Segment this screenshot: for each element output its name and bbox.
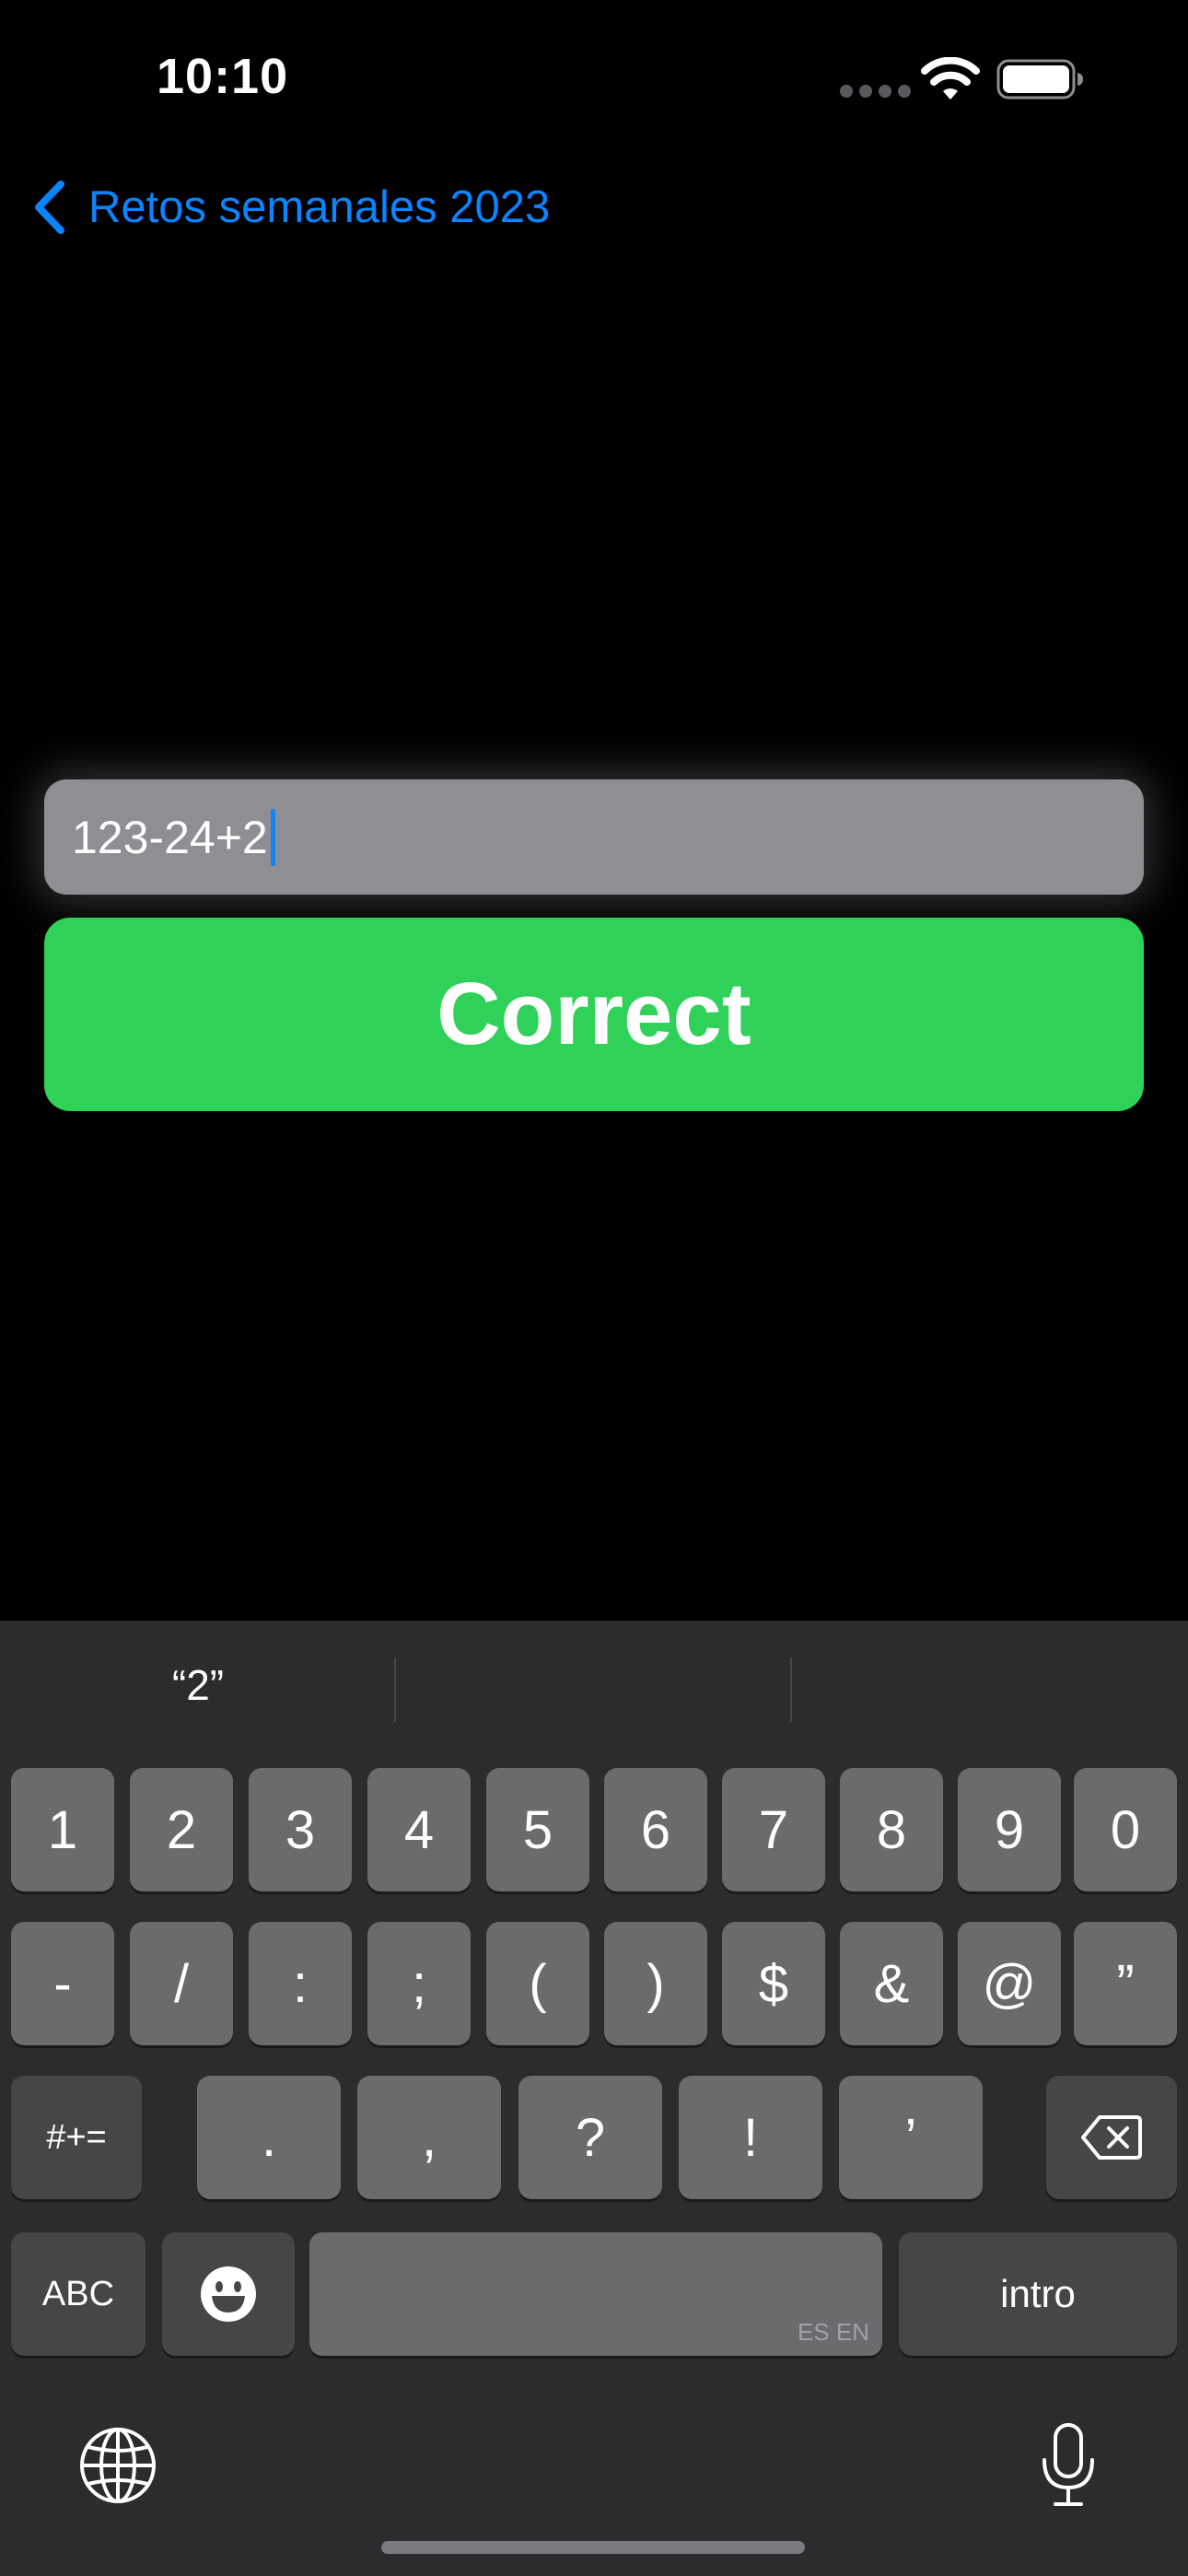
suggestion-1[interactable]: “2” [0,1621,396,1750]
back-button[interactable]: Retos semanales 2023 [31,175,550,240]
key-8[interactable]: 8 [840,1768,943,1891]
key-0[interactable]: 0 [1074,1768,1177,1891]
keyboard: “2” 1 2 3 4 5 6 7 8 9 0 - / : ; ( ) $ & … [0,1621,1188,2576]
answer-input-value: 123-24+2 [72,811,268,863]
correct-button[interactable]: Correct [44,918,1144,1111]
text-cursor [270,808,275,866]
key-3[interactable]: 3 [249,1768,352,1891]
key-comma[interactable]: , [357,2076,501,2199]
space-language-label: ES EN [797,2318,869,2346]
key-semicolon[interactable]: ; [367,1922,471,2045]
back-button-label: Retos semanales 2023 [88,182,551,232]
key-period[interactable]: . [197,2076,341,2199]
key-exclamation[interactable]: ! [679,2076,822,2199]
key-question[interactable]: ? [518,2076,662,2199]
answer-input[interactable]: 123-24+2 [44,779,1144,895]
correct-button-label: Correct [437,965,751,1063]
wifi-icon [921,57,980,100]
status-bar: 10:10 [0,0,1188,157]
globe-icon[interactable] [77,2425,158,2506]
key-abc[interactable]: ABC [11,2232,146,2356]
delete-backspace-icon [1081,2115,1142,2160]
suggestion-3[interactable] [792,1621,1188,1750]
emoji-key[interactable] [162,2232,295,2356]
chevron-left-icon [35,181,64,234]
key-quote[interactable]: ” [1074,1922,1177,2045]
cellular-signal-icon [840,85,911,98]
delete-key[interactable] [1046,2076,1177,2199]
key-7[interactable]: 7 [722,1768,825,1891]
key-at[interactable]: @ [958,1922,1061,2045]
key-more-symbols[interactable]: #+= [11,2076,142,2199]
emoji-icon [201,2266,256,2322]
key-apostrophe[interactable]: ’ [839,2076,983,2199]
key-open-paren[interactable]: ( [486,1922,589,2045]
key-4[interactable]: 4 [367,1768,471,1891]
suggestion-bar: “2” [0,1621,1188,1750]
status-time: 10:10 [157,49,289,104]
key-2[interactable]: 2 [130,1768,233,1891]
return-key[interactable]: intro [899,2232,1177,2356]
key-hyphen[interactable]: - [11,1922,114,2045]
key-slash[interactable]: / [130,1922,233,2045]
key-ampersand[interactable]: & [840,1922,943,2045]
home-indicator[interactable] [381,2541,805,2554]
key-colon[interactable]: : [249,1922,352,2045]
mic-icon[interactable] [1039,2421,1098,2510]
key-9[interactable]: 9 [958,1768,1061,1891]
key-dollar[interactable]: $ [722,1922,825,2045]
key-1[interactable]: 1 [11,1768,114,1891]
key-5[interactable]: 5 [486,1768,589,1891]
key-close-paren[interactable]: ) [604,1922,707,2045]
battery-icon [996,59,1083,100]
space-key[interactable]: ES EN [309,2232,882,2356]
key-6[interactable]: 6 [604,1768,707,1891]
suggestion-2[interactable] [396,1621,792,1750]
